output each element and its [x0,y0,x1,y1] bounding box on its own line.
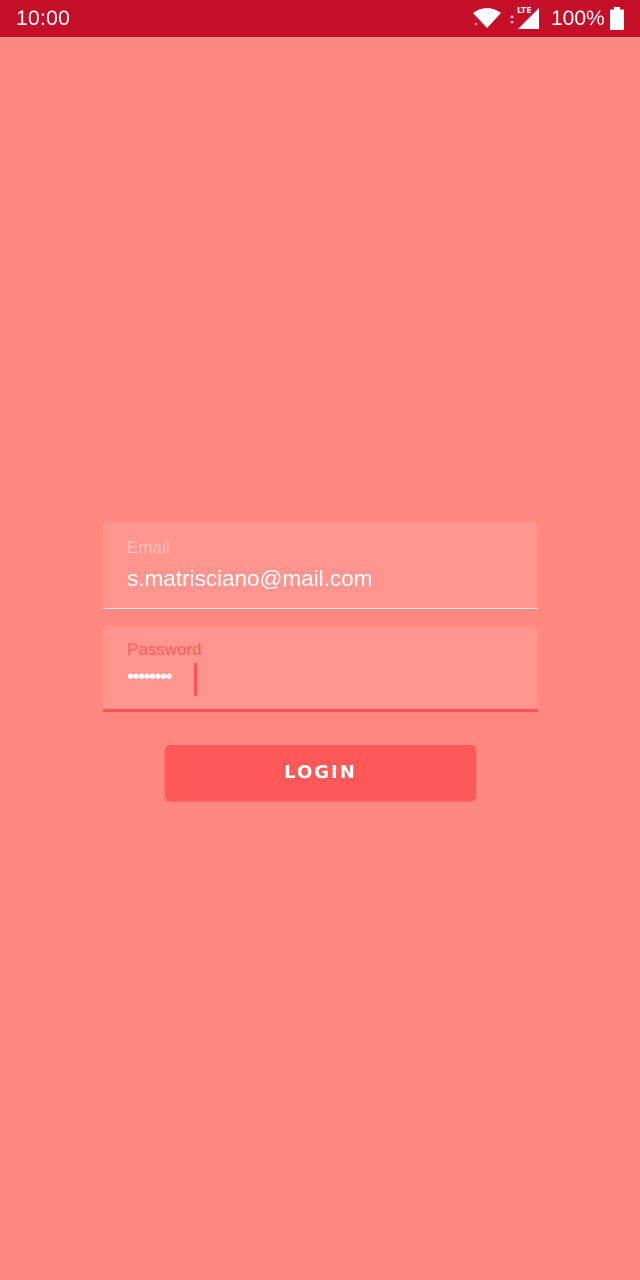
battery-icon [610,7,624,30]
login-button[interactable]: LOGIN [165,745,476,801]
password-field[interactable]: Password •••••••• [103,626,538,712]
lte-signal-icon: LTE [510,6,539,29]
email-input-value[interactable]: s.matrisciano@mail.com [127,566,372,592]
network-type-label: LTE [517,6,532,15]
battery-percentage: 100% [551,7,605,30]
password-label: Password [127,640,202,659]
password-input-value[interactable]: •••••••• [127,664,173,690]
email-field[interactable]: Email s.matrisciano@mail.com [103,522,538,609]
wifi-icon [473,8,501,28]
status-bar: 10:00 LTE 100% [0,0,640,37]
text-cursor [194,663,197,696]
status-time: 10:00 [16,7,71,30]
email-label: Email [127,538,170,557]
